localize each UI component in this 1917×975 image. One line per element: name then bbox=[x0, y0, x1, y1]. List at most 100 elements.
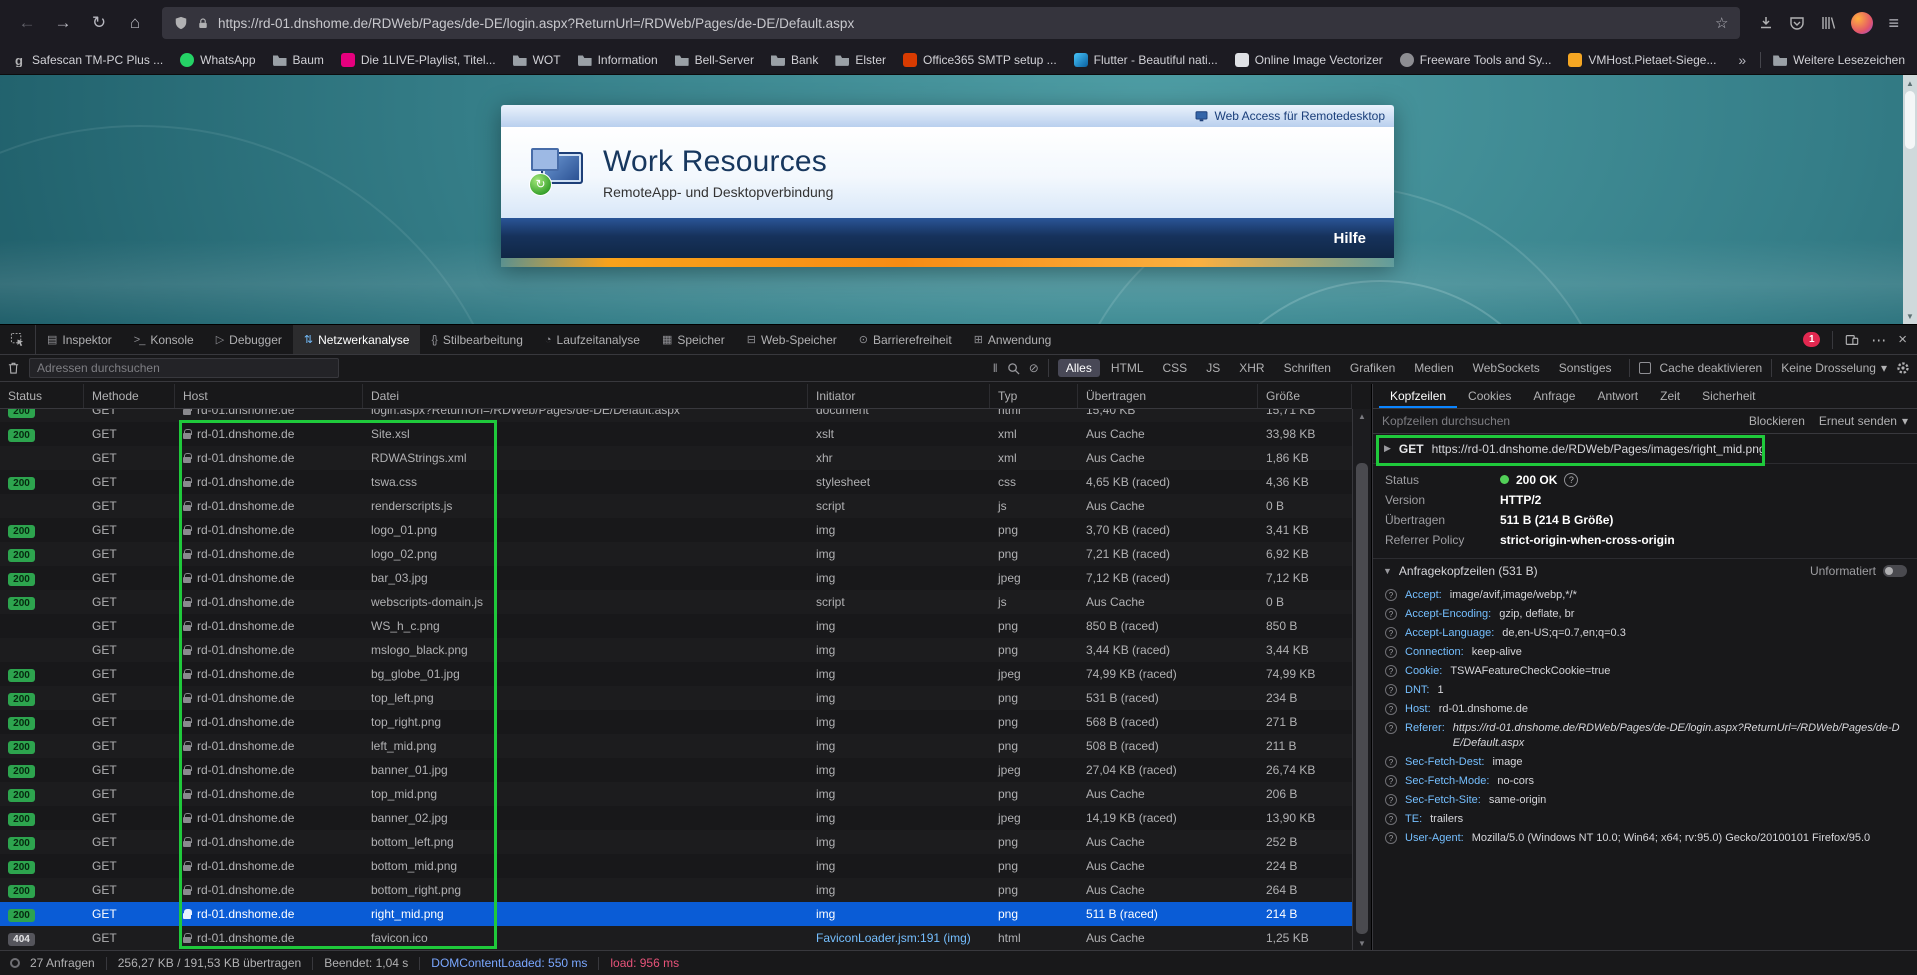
help-circle-icon[interactable]: ? bbox=[1385, 756, 1397, 768]
block-request-button[interactable]: Blockieren bbox=[1749, 414, 1805, 428]
request-row[interactable]: GET rd-01.dnshome.de mslogo_black.png im… bbox=[0, 638, 1352, 662]
bookmark-item[interactable]: Freeware Tools and Sy... bbox=[1400, 53, 1552, 67]
devtools-tab[interactable]: ▤ Inspektor bbox=[36, 325, 123, 354]
request-row[interactable]: 200 GET rd-01.dnshome.de bar_03.jpg img … bbox=[0, 566, 1352, 590]
request-headers-section[interactable]: ▼ Anfragekopfzeilen (531 B) Unformatiert bbox=[1373, 558, 1917, 583]
help-circle-icon[interactable]: ? bbox=[1385, 684, 1397, 696]
request-row[interactable]: 200 GET rd-01.dnshome.de bottom_right.pn… bbox=[0, 878, 1352, 902]
header-row[interactable]: ? Connection keep-alive bbox=[1373, 643, 1917, 662]
request-row[interactable]: 200 GET rd-01.dnshome.de bottom_mid.png … bbox=[0, 854, 1352, 878]
request-summary-line[interactable]: ▶ GET https://rd-01.dnshome.de/RDWeb/Pag… bbox=[1373, 434, 1917, 464]
bookmark-item[interactable]: WhatsApp bbox=[180, 53, 255, 67]
bookmark-item[interactable]: Bank bbox=[771, 53, 818, 67]
column-header[interactable]: Host bbox=[175, 384, 363, 408]
bookmark-item[interactable]: Bell-Server bbox=[675, 53, 754, 67]
help-circle-icon[interactable]: ? bbox=[1385, 722, 1397, 734]
header-row[interactable]: ? Referer https://rd-01.dnshome.de/RDWeb… bbox=[1373, 719, 1917, 753]
bookmark-item[interactable]: Information bbox=[578, 53, 658, 67]
request-row[interactable]: 200 GET rd-01.dnshome.de logo_01.png img… bbox=[0, 518, 1352, 542]
scroll-down-icon[interactable]: ▼ bbox=[1353, 936, 1371, 950]
type-filter-button[interactable]: XHR bbox=[1231, 359, 1272, 377]
bookmark-item[interactable]: Online Image Vectorizer bbox=[1235, 53, 1383, 67]
padlock-icon[interactable] bbox=[197, 17, 209, 30]
error-count-badge[interactable]: 1 bbox=[1803, 332, 1820, 347]
url-bar[interactable]: https://rd-01.dnshome.de/RDWeb/Pages/de-… bbox=[162, 7, 1740, 39]
request-row[interactable]: 200 GET rd-01.dnshome.de top_left.png im… bbox=[0, 686, 1352, 710]
twisty-icon[interactable]: ▶ bbox=[1384, 443, 1391, 454]
request-row[interactable]: 200 GET rd-01.dnshome.de banner_02.jpg i… bbox=[0, 806, 1352, 830]
request-row[interactable]: 200 GET rd-01.dnshome.de bottom_left.png… bbox=[0, 830, 1352, 854]
request-row[interactable]: 200 GET rd-01.dnshome.de tswa.css styles… bbox=[0, 470, 1352, 494]
performance-analysis-icon[interactable] bbox=[10, 958, 20, 968]
request-blocking-icon[interactable]: ⊘ bbox=[1029, 361, 1039, 375]
help-circle-icon[interactable]: ? bbox=[1385, 665, 1397, 677]
twisty-icon[interactable]: ▼ bbox=[1383, 566, 1392, 576]
account-avatar[interactable] bbox=[1851, 12, 1873, 34]
bookmark-item[interactable]: Die 1LIVE-Playlist, Titel... bbox=[341, 53, 496, 67]
details-tab[interactable]: Zeit bbox=[1649, 384, 1691, 408]
headers-filter-input[interactable] bbox=[1382, 414, 1735, 428]
bookmarks-overflow-chevron[interactable]: » bbox=[1738, 52, 1746, 68]
devtools-tab[interactable]: {} Stilbearbeitung bbox=[420, 325, 533, 354]
tracking-shield-icon[interactable] bbox=[174, 16, 188, 30]
pocket-icon[interactable] bbox=[1789, 15, 1805, 31]
help-circle-icon[interactable]: ? bbox=[1385, 608, 1397, 620]
column-header[interactable]: Status bbox=[0, 384, 84, 408]
resend-dropdown[interactable]: Erneut senden ▾ bbox=[1819, 414, 1908, 428]
request-row[interactable]: GET rd-01.dnshome.de renderscripts.js sc… bbox=[0, 494, 1352, 518]
network-filter-input[interactable] bbox=[29, 358, 339, 378]
bookmark-item[interactable]: VMHost.Pietaet-Siege... bbox=[1568, 53, 1716, 67]
forward-button[interactable]: → bbox=[46, 7, 80, 39]
devtools-tab[interactable]: ⊟ Web-Speicher bbox=[736, 325, 848, 354]
header-row[interactable]: ? Sec-Fetch-Mode no-cors bbox=[1373, 772, 1917, 791]
column-header[interactable]: Datei bbox=[363, 384, 808, 408]
request-row[interactable]: GET rd-01.dnshome.de RDWAStrings.xml xhr… bbox=[0, 446, 1352, 470]
request-row[interactable]: 404 GET rd-01.dnshome.de favicon.ico Fav… bbox=[0, 926, 1352, 950]
other-bookmarks-button[interactable]: Weitere Lesezeichen bbox=[1773, 53, 1905, 67]
pause-traffic-icon[interactable]: ‖ bbox=[993, 361, 998, 375]
header-row[interactable]: ? Sec-Fetch-Dest image bbox=[1373, 753, 1917, 772]
type-filter-button[interactable]: Grafiken bbox=[1342, 359, 1403, 377]
help-link[interactable]: Hilfe bbox=[1333, 230, 1366, 247]
bookmark-item[interactable]: g Safescan TM-PC Plus ... bbox=[12, 53, 163, 67]
request-row[interactable]: 200 GET rd-01.dnshome.de Site.xsl xslt x… bbox=[0, 422, 1352, 446]
type-filter-button[interactable]: Alles bbox=[1058, 359, 1100, 377]
search-icon[interactable] bbox=[1007, 362, 1020, 375]
responsive-mode-icon[interactable] bbox=[1845, 333, 1859, 347]
type-filter-button[interactable]: HTML bbox=[1103, 359, 1152, 377]
details-tab[interactable]: Antwort bbox=[1586, 384, 1649, 408]
bookmark-item[interactable]: Flutter - Beautiful nati... bbox=[1074, 53, 1218, 67]
header-row[interactable]: ? Host rd-01.dnshome.de bbox=[1373, 700, 1917, 719]
header-row[interactable]: ? DNT 1 bbox=[1373, 681, 1917, 700]
reload-button[interactable]: ↻ bbox=[82, 7, 116, 39]
downloads-icon[interactable] bbox=[1758, 15, 1774, 31]
raw-toggle-switch[interactable] bbox=[1883, 565, 1907, 577]
column-header[interactable]: Methode bbox=[84, 384, 175, 408]
details-tab[interactable]: Sicherheit bbox=[1691, 384, 1766, 408]
details-tab[interactable]: Kopfzeilen bbox=[1379, 384, 1457, 408]
type-filter-button[interactable]: WebSockets bbox=[1465, 359, 1548, 377]
type-filter-button[interactable]: Sonstiges bbox=[1551, 359, 1620, 377]
column-header[interactable]: Typ bbox=[990, 384, 1078, 408]
help-circle-icon[interactable]: ? bbox=[1385, 589, 1397, 601]
help-circle-icon[interactable]: ? bbox=[1385, 627, 1397, 639]
header-row[interactable]: ? Accept-Language de,en-US;q=0.7,en;q=0.… bbox=[1373, 624, 1917, 643]
devtools-tab[interactable]: ▦ Speicher bbox=[651, 325, 736, 354]
disable-cache-checkbox[interactable] bbox=[1639, 362, 1651, 374]
header-row[interactable]: ? Accept image/avif,image/webp,*/* bbox=[1373, 586, 1917, 605]
request-row[interactable]: 200 GET rd-01.dnshome.de right_mid.png i… bbox=[0, 902, 1352, 926]
request-row[interactable]: GET rd-01.dnshome.de WS_h_c.png img png … bbox=[0, 614, 1352, 638]
scrollbar-thumb[interactable] bbox=[1356, 463, 1368, 934]
header-row[interactable]: ? User-Agent Mozilla/5.0 (Windows NT 10.… bbox=[1373, 829, 1917, 848]
scroll-up-icon[interactable]: ▲ bbox=[1903, 76, 1917, 90]
request-row[interactable]: 200 GET rd-01.dnshome.de webscripts-doma… bbox=[0, 590, 1352, 614]
details-tab[interactable]: Cookies bbox=[1457, 384, 1522, 408]
throttling-dropdown[interactable]: Keine Drosselung ▾ bbox=[1781, 361, 1887, 375]
column-header[interactable]: Initiator bbox=[808, 384, 990, 408]
hamburger-menu-icon[interactable]: ≡ bbox=[1888, 13, 1899, 34]
devtools-menu-icon[interactable]: ⋯ bbox=[1871, 331, 1886, 349]
devtools-tab[interactable]: ▷ Debugger bbox=[205, 325, 293, 354]
header-row[interactable]: ? Cookie TSWAFeatureCheckCookie=true bbox=[1373, 662, 1917, 681]
request-row[interactable]: 200 GET rd-01.dnshome.de logo_02.png img… bbox=[0, 542, 1352, 566]
devtools-tab[interactable]: ◔ Laufzeitanalyse bbox=[534, 325, 651, 354]
